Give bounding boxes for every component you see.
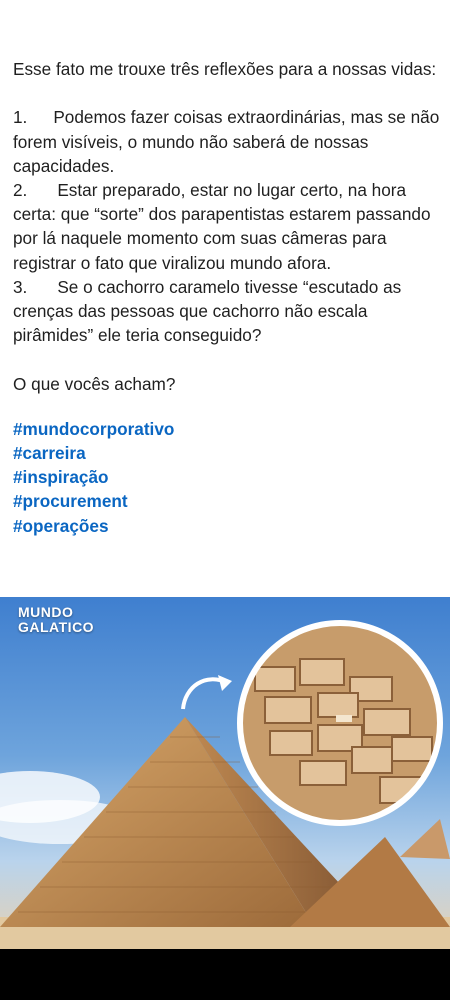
list-item: 3. Se o cachorro caramelo tivesse “escuta… (13, 275, 441, 348)
item-text: Estar preparado, estar no lugar certo, n… (13, 180, 431, 273)
hashtag-link[interactable]: #mundocorporativo (13, 417, 441, 441)
pyramid-illustration (0, 620, 450, 949)
item-number: 3. (13, 276, 28, 297)
list-item: 2. Estar preparado, estar no lugar certo,… (13, 178, 441, 275)
watermark-line: MUNDO (18, 604, 74, 620)
hashtag-link[interactable]: #carreira (13, 441, 441, 465)
item-number: 2. (13, 180, 28, 200)
post-image[interactable]: MUNDO GALATICO (0, 597, 450, 949)
item-text: Podemos fazer coisas extraordinárias, ma… (13, 107, 440, 176)
watermark-line: GALATICO (18, 619, 95, 635)
item-number: 1. (13, 107, 28, 128)
post-intro: Esse fato me trouxe três reflexões para … (13, 59, 437, 79)
hashtag-link[interactable]: #inspiração (13, 465, 441, 489)
item-text: Se o cachorro caramelo tivesse “escutado… (13, 276, 402, 346)
watermark-logo: MUNDO GALATICO (18, 605, 94, 635)
bottom-bar (0, 949, 450, 1000)
hashtag-link[interactable]: #operações (13, 514, 441, 538)
list-item: 1. Podemos fazer coisas extraordinárias, … (13, 105, 441, 178)
hashtag-link[interactable]: #procurement (13, 489, 441, 513)
post-body: Esse fato me trouxe três reflexões para … (13, 57, 441, 538)
post-question: O que vocês acham? (13, 373, 176, 394)
hashtag-list: #mundocorporativo #carreira #inspiração … (13, 417, 441, 538)
